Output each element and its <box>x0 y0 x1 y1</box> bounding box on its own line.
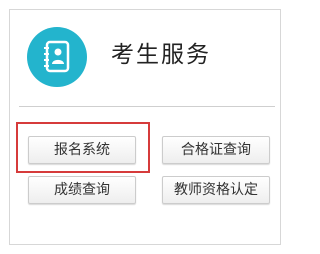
registration-system-button[interactable]: 报名系统 <box>28 136 136 164</box>
score-query-button[interactable]: 成绩查询 <box>28 176 136 204</box>
contact-book-icon <box>27 27 87 87</box>
certificate-query-button[interactable]: 合格证查询 <box>162 136 270 164</box>
page-title: 考生服务 <box>111 42 211 68</box>
exam-services-panel: 考生服务 报名系统 合格证查询 成绩查询 教师资格认定 <box>9 9 281 245</box>
divider <box>19 106 275 107</box>
panel-header: 考生服务 <box>10 10 280 106</box>
teacher-certification-button[interactable]: 教师资格认定 <box>162 176 270 204</box>
